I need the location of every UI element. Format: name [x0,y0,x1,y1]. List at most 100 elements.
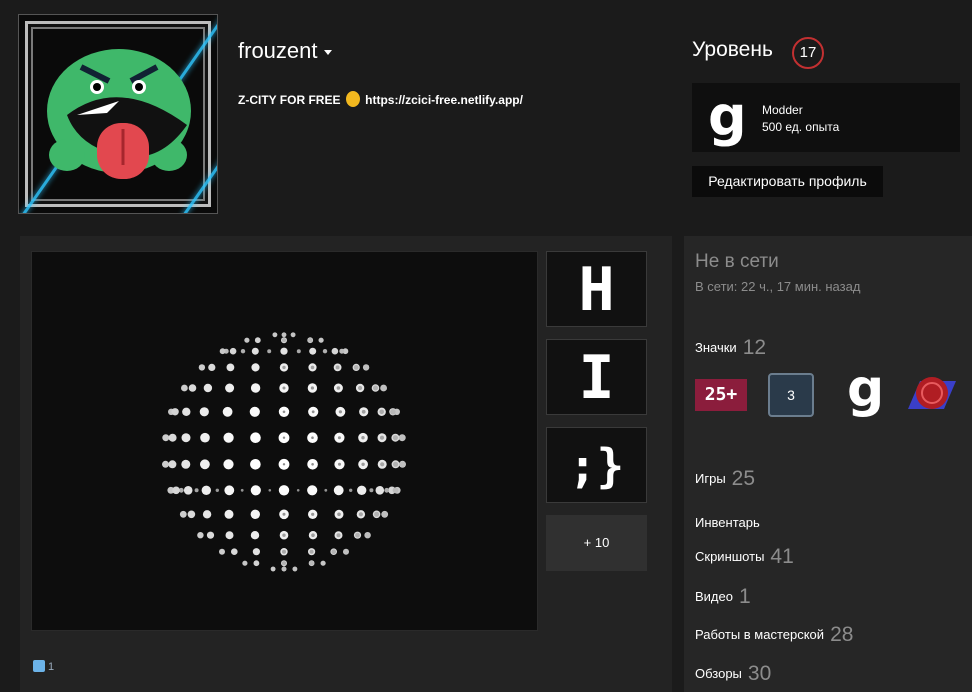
games-link[interactable]: Игры 25 [695,467,755,491]
sphere-dot [197,532,204,539]
reviews-label: Обзоры [695,666,742,681]
showcase-tile[interactable]: I [546,339,647,415]
sphere-dot [250,485,261,496]
sphere-dot [224,485,235,496]
badge-g-text: g [847,359,885,419]
sphere-dot [188,384,197,392]
badge-seal-icon[interactable] [906,371,956,417]
workshop-count: 28 [830,623,854,646]
sphere-dot [318,337,324,343]
sphere-dot [399,461,406,468]
badge-25-years-icon[interactable]: 25+ [695,371,747,417]
sphere-dot [201,485,211,495]
sphere-dot [336,386,341,390]
screenshots-label: Скриншоты [695,549,765,564]
screenshots-link[interactable]: Скриншоты 41 [695,545,794,569]
summary-link[interactable]: https://zcici-free.netlify.app/ [365,93,523,107]
badges-count: 12 [742,336,767,359]
badge-level-3-icon[interactable]: 3 [768,371,818,417]
badge-xp: 500 ед. опыта [762,120,840,134]
sphere-dot [223,459,234,470]
dot-sphere-art [162,332,406,572]
videos-link[interactable]: Видео 1 [695,585,751,609]
showcase-tile[interactable]: ;} [546,427,647,503]
sphere-dot [307,485,318,496]
sphere-dot [361,436,365,440]
sphere-dot [219,548,225,555]
artwork-image[interactable] [31,251,538,631]
sphere-dot [311,533,315,537]
sphere-dot [309,549,314,554]
sphere-dot [231,548,238,555]
sphere-dot [331,347,339,355]
games-label: Игры [695,471,726,486]
sphere-dot [311,512,315,516]
sphere-dot [355,532,360,538]
sphere-dot [250,432,261,443]
sphere-dot [322,349,328,354]
sphere-dot [282,512,286,516]
sphere-dot [357,485,367,495]
sphere-dot [281,561,287,566]
sphere-dot [171,408,179,416]
sphere-dot [380,462,385,467]
badge-gmod-icon[interactable]: g [843,359,893,419]
featured-badge[interactable]: g Modder 500 ед. опыта [692,83,960,152]
sphere-dot [200,432,210,443]
sphere-dot [203,383,213,393]
inventory-label: Инвентарь [695,515,760,530]
sphere-dot [268,489,272,492]
sphere-dot [379,435,385,440]
last-seen: В сети: 22 ч., 17 мин. назад [695,279,861,294]
username[interactable]: frouzent [238,38,332,64]
thumbs-up-icon [33,660,45,672]
username-text: frouzent [238,38,318,63]
inventory-link[interactable]: Инвентарь [695,515,760,530]
sphere-dot [311,436,314,439]
sphere-dot [199,407,209,417]
sphere-dot [282,386,286,390]
sphere-dot [338,410,342,414]
sphere-dot [384,487,390,493]
sphere-dot [206,531,215,539]
sphere-dot [349,488,353,492]
badges-link[interactable]: Значки 12 [695,336,766,360]
like-counter[interactable]: 1 [33,660,54,673]
sphere-dot [296,349,301,354]
sphere-dot [202,510,212,519]
sphere-dot [393,461,399,467]
sphere-dot [369,488,374,493]
videos-count: 1 [738,585,751,608]
sphere-dot [281,566,287,572]
more-items-button[interactable]: + 10 [546,515,647,571]
sphere-dot [282,549,286,554]
badge-25-text: 25+ [695,379,747,411]
sphere-dot [223,432,234,443]
chevron-down-icon[interactable] [323,49,332,55]
sphere-dot [311,463,314,466]
sphere-dot [224,509,234,519]
edit-profile-button[interactable]: Редактировать профиль [692,166,883,197]
sphere-dot [358,385,363,391]
sphere-dot [281,332,287,337]
workshop-link[interactable]: Работы в мастерской 28 [695,623,853,647]
sphere-dot [307,337,313,343]
sphere-dot [324,488,328,492]
level-badge[interactable]: 17 [792,37,824,69]
sphere-dot [311,410,315,414]
sphere-dot [253,560,260,567]
sphere-dot [399,434,406,441]
sphere-dot [296,489,300,492]
sphere-dot [353,365,359,370]
sphere-dot [364,532,371,538]
summary-text: Z-CITY FOR FREE [238,93,341,107]
sphere-dot [162,434,170,442]
showcase-tile[interactable]: H [546,251,647,327]
avatar-face-icon [47,49,191,179]
avatar[interactable] [18,14,218,214]
sphere-dot [270,566,276,572]
sphere-dot [182,407,191,416]
sphere-dot [215,488,219,492]
reviews-link[interactable]: Обзоры 30 [695,662,771,686]
sphere-dot [240,349,246,354]
